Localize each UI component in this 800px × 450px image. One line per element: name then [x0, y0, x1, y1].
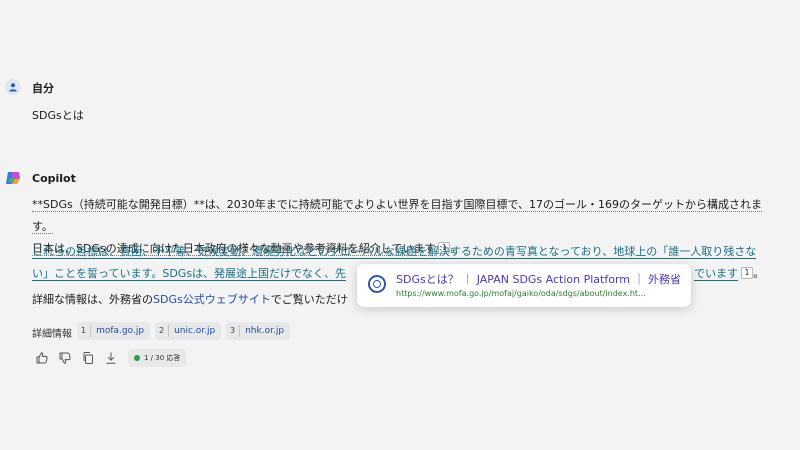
highlighted-text[interactable]: でいます [694, 267, 739, 281]
source-number: 3 [226, 325, 241, 337]
source-number: 2 [155, 325, 170, 337]
response-text: 詳細な情報は、外務省の [32, 293, 153, 306]
source-domain: unic.or.jp [174, 326, 216, 336]
response-counter: 1 / 30 応答 [128, 349, 187, 367]
copilot-name: Copilot [32, 172, 76, 185]
citation-marker[interactable]: 1 [741, 267, 754, 279]
source-domain: mofa.go.jp [96, 326, 145, 336]
tooltip-url[interactable]: https://www.mofa.go.jp/mofaj/gaiko/oda/s… [396, 289, 646, 298]
more-info-label: 詳細情報 [32, 329, 72, 340]
highlighted-text[interactable]: い」ことを誓っています。SDGsは、発展途上国だけでなく、先 [32, 267, 347, 281]
response-text: でご覧いただけ [270, 293, 348, 306]
response-text: 。 [753, 267, 765, 280]
sdgs-site-link[interactable]: SDGs公式ウェブサイト [153, 293, 271, 306]
citation-tooltip[interactable]: SDGsとは？ ｜ JAPAN SDGs Action Platform ｜ 外… [357, 264, 691, 307]
copy-icon[interactable] [81, 351, 95, 365]
user-avatar [5, 79, 21, 95]
download-icon[interactable] [104, 351, 118, 365]
source-chip[interactable]: 3 nhk.or.jp [226, 322, 291, 340]
user-name: 自分 [32, 82, 54, 95]
source-chip[interactable]: 1 mofa.go.jp [77, 322, 151, 340]
thumbs-down-icon[interactable] [58, 351, 72, 365]
highlighted-text[interactable]: これらの目標は、貧困、不平等、気候変動、環境劣化などのグローバルな課題を解決する… [32, 245, 757, 259]
source-number: 1 [77, 325, 92, 337]
status-dot [134, 355, 140, 361]
tooltip-title[interactable]: SDGsとは？ ｜ JAPAN SDGs Action Platform ｜ 外… [396, 271, 681, 287]
source-chip[interactable]: 2 unic.or.jp [155, 322, 222, 340]
copilot-logo-icon [6, 172, 20, 184]
user-message: SDGsとは [32, 109, 84, 122]
user-icon [9, 83, 17, 92]
mofa-site-icon [368, 275, 386, 293]
thumbs-up-icon[interactable] [35, 351, 49, 365]
response-text: **SDGs（持続可能な開発目標）**は、2030年までに持続可能でよりよい世界… [32, 198, 763, 234]
source-domain: nhk.or.jp [245, 326, 285, 336]
response-counter-text: 1 / 30 応答 [144, 354, 181, 362]
